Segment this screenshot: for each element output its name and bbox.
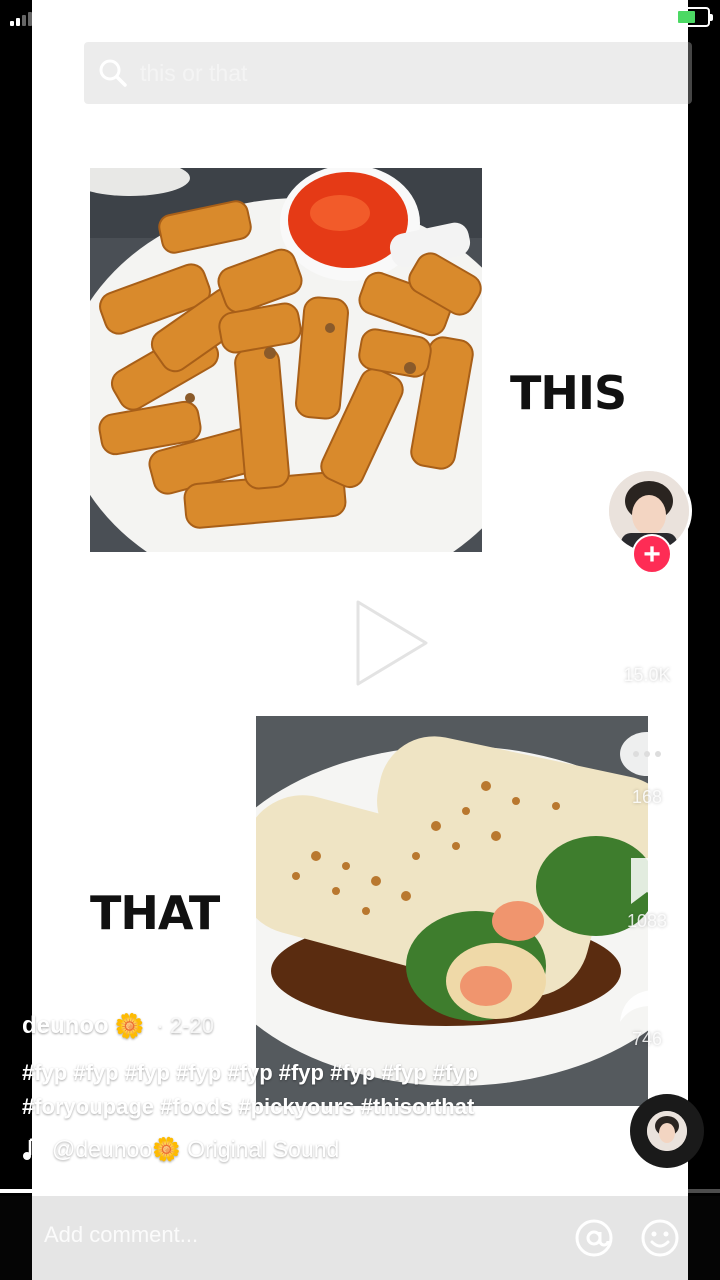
comment-bar bbox=[0, 1196, 720, 1280]
follow-button[interactable]: + bbox=[632, 534, 672, 574]
creator-avatar-group: + bbox=[606, 468, 692, 574]
sound-disc-avatar bbox=[647, 1111, 687, 1151]
like-count: 15.0K bbox=[623, 665, 671, 685]
comment-action[interactable]: 168 bbox=[600, 730, 694, 808]
sound-text[interactable]: @deunoo🌼 Original Sound bbox=[52, 1136, 339, 1163]
like-action[interactable]: 15.0K bbox=[600, 607, 694, 686]
save-count: 1083 bbox=[626, 911, 668, 931]
bookmark-icon[interactable] bbox=[623, 854, 671, 908]
comment-input[interactable] bbox=[44, 1222, 524, 1248]
playback-progress[interactable] bbox=[0, 1181, 720, 1201]
hashtags-line-2[interactable]: #foryoupage #foods #pickyours #thisortha… bbox=[22, 1090, 622, 1124]
sound-disc[interactable] bbox=[630, 1094, 704, 1168]
comment-bubble-icon[interactable] bbox=[618, 730, 676, 784]
post-date: · 2-20 bbox=[156, 1013, 215, 1038]
username-row[interactable]: deunoo 🌼 · 2-20 bbox=[22, 1008, 622, 1044]
heart-icon[interactable] bbox=[618, 607, 676, 662]
share-arrow-icon[interactable] bbox=[618, 974, 676, 1026]
sound-row[interactable]: @deunoo🌼 Original Sound bbox=[22, 1136, 339, 1163]
hashtags[interactable]: #fyp #fyp #fyp #fyp #fyp #fyp #fyp #fyp … bbox=[22, 1056, 622, 1124]
spring-rolls-image bbox=[90, 168, 482, 552]
play-icon[interactable] bbox=[354, 598, 430, 688]
video-screen[interactable]: THIS THAT TNT LTE 7:33 PM 62% this or th… bbox=[0, 0, 720, 1280]
emoji-icon[interactable] bbox=[640, 1218, 680, 1258]
that-label: THAT bbox=[90, 886, 220, 940]
music-note-icon bbox=[23, 1137, 44, 1160]
mention-icon[interactable] bbox=[574, 1218, 614, 1258]
search-icon bbox=[99, 59, 127, 87]
comment-count: 168 bbox=[631, 787, 663, 807]
save-action[interactable]: 1083 bbox=[600, 854, 694, 932]
progress-fill bbox=[0, 1189, 490, 1193]
username[interactable]: deunoo bbox=[22, 1012, 109, 1040]
hashtags-line-1[interactable]: #fyp #fyp #fyp #fyp #fyp #fyp #fyp #fyp … bbox=[22, 1056, 622, 1090]
search-input[interactable] bbox=[140, 59, 640, 87]
back-icon[interactable] bbox=[26, 54, 56, 90]
video-caption: deunoo 🌼 · 2-20 #fyp #fyp #fyp #fyp #fyp… bbox=[22, 1008, 622, 1124]
username-flower-emoji: 🌼 bbox=[114, 1012, 145, 1040]
